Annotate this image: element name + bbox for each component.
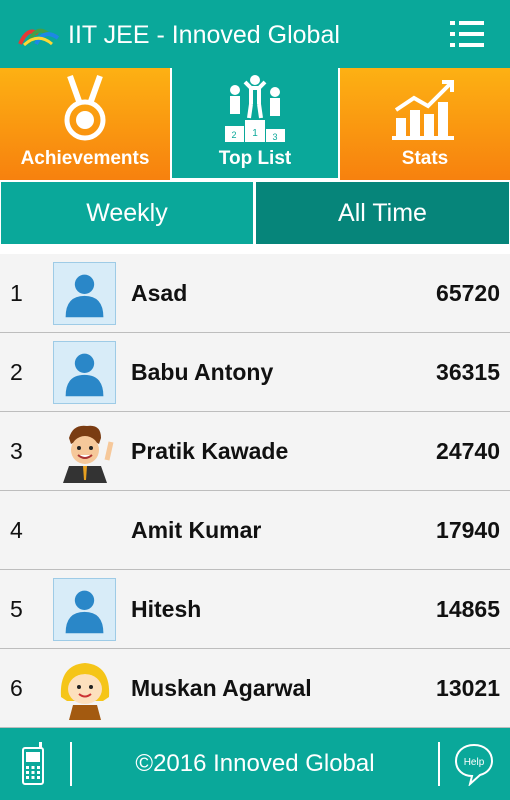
rank: 2 [10, 359, 23, 385]
leaderboard-list[interactable]: 1 Asad 65720 2 Babu Antony 36315 3 Prati… [0, 254, 510, 728]
tab-label: Achievements [20, 148, 150, 169]
tab-achievements[interactable]: Achievements [0, 68, 170, 180]
list-item[interactable]: 2 Babu Antony 36315 [0, 333, 510, 412]
app-logo-icon [18, 28, 60, 46]
tab-stats[interactable]: Stats [340, 68, 510, 180]
rank: 6 [10, 675, 23, 701]
user-score: 36315 [436, 359, 500, 385]
app-header: IIT JEE - Innoved Global [0, 0, 510, 68]
cartoon-girl-avatar [60, 663, 110, 720]
tab-top-list[interactable]: 1 2 3 Top List [170, 68, 340, 180]
user-name: Amit Kumar [131, 517, 262, 543]
user-score: 17940 [436, 517, 500, 543]
svg-text:2: 2 [231, 130, 236, 140]
list-item[interactable]: 6 Muskan Agarwal 13021 [0, 649, 510, 728]
cartoon-boy-avatar [63, 425, 114, 483]
copyright-text: ©2016 Innoved Global [135, 750, 375, 777]
section-tabs: Achievements 1 2 3 Top List Stats [0, 68, 510, 180]
phone-icon[interactable] [20, 742, 48, 786]
all-time-button[interactable]: All Time [256, 182, 509, 244]
rank: 5 [10, 596, 23, 622]
tab-label: Stats [401, 148, 449, 169]
user-score: 65720 [436, 280, 500, 306]
user-name: Muskan Agarwal [131, 675, 312, 701]
user-name: Hitesh [131, 596, 202, 622]
user-name: Pratik Kawade [131, 438, 289, 464]
app-title: IIT JEE - Innoved Global [68, 21, 340, 49]
medal-icon [64, 74, 106, 141]
default-user-icon [53, 262, 116, 325]
user-name: Babu Antony [131, 359, 274, 385]
podium-icon: 1 2 3 [225, 75, 285, 142]
svg-text:3: 3 [272, 132, 277, 142]
list-menu-icon[interactable] [448, 18, 486, 50]
user-score: 13021 [436, 675, 500, 701]
user-score: 24740 [436, 438, 500, 464]
user-score: 14865 [436, 596, 500, 622]
list-item[interactable]: 1 Asad 65720 [0, 254, 510, 333]
list-item[interactable]: 3 Pratik Kawade 24740 [0, 412, 510, 491]
bar-chart-icon [392, 80, 454, 140]
help-bubble-icon[interactable]: Help [454, 742, 494, 786]
rank: 4 [10, 517, 23, 543]
svg-text:1: 1 [252, 128, 258, 139]
weekly-button[interactable]: Weekly [1, 182, 253, 244]
footer-bar: ©2016 Innoved Global Help [0, 728, 510, 800]
rank: 3 [10, 438, 23, 464]
help-label: Help [464, 757, 485, 768]
default-user-icon [53, 578, 116, 641]
list-item[interactable]: 4 Amit Kumar 17940 [0, 491, 510, 570]
user-name: Asad [131, 280, 188, 306]
divider [438, 742, 440, 786]
period-toggle: Weekly All Time [0, 182, 510, 246]
default-user-icon [53, 341, 116, 404]
tab-label: Top List [218, 148, 292, 169]
rank: 1 [10, 280, 23, 306]
list-item[interactable]: 5 Hitesh 14865 [0, 570, 510, 649]
